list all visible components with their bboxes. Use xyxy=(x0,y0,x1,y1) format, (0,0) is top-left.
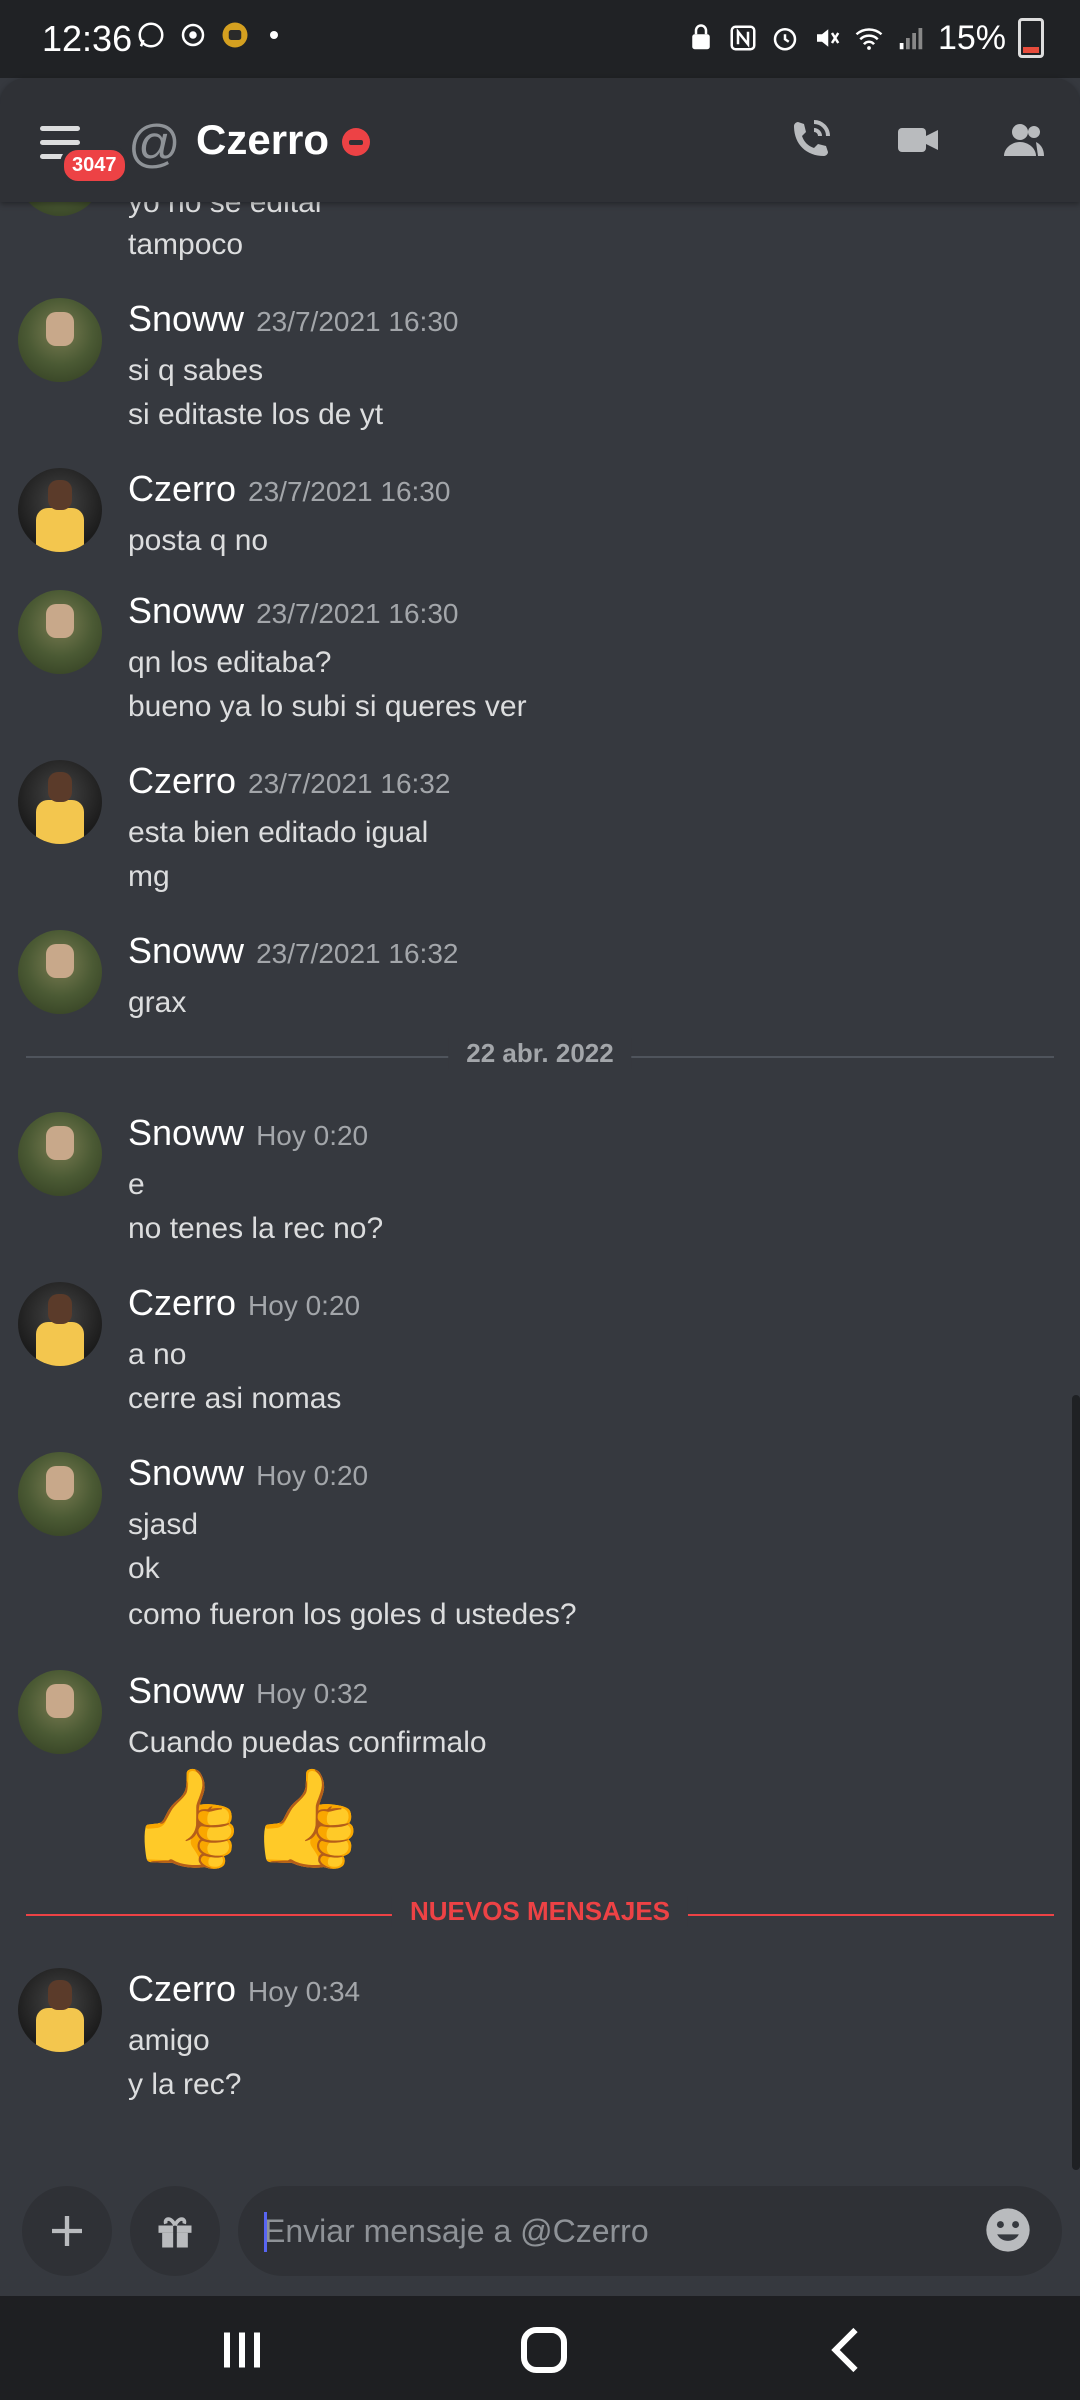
battery-icon xyxy=(1018,18,1044,58)
message-text: bueno ya lo subi si queres ver xyxy=(128,690,527,723)
status-time: 12:36 xyxy=(42,18,133,59)
message-text: esta bien editado igual xyxy=(128,816,429,849)
timestamp: 23/7/2021 16:32 xyxy=(256,938,459,969)
timestamp: Hoy 0:32 xyxy=(256,1678,369,1709)
sync-icon xyxy=(181,23,205,47)
channel-title[interactable]: Czerro xyxy=(196,116,329,164)
gift-icon xyxy=(158,2217,192,2248)
thumbs-up-emoji[interactable]: 👍👍 xyxy=(128,1764,367,1874)
message-text: mg xyxy=(128,860,170,893)
message-input[interactable] xyxy=(238,2186,1062,2276)
avatar[interactable] xyxy=(18,1112,102,1196)
message-text: no tenes la rec no? xyxy=(128,1212,384,1245)
timestamp: 23/7/2021 16:30 xyxy=(256,306,459,337)
composer-bar xyxy=(0,2182,1080,2296)
members-icon[interactable] xyxy=(1000,116,1048,164)
gift-button[interactable] xyxy=(130,2186,220,2276)
avatar[interactable] xyxy=(18,1670,102,1754)
more-notifications-dot xyxy=(270,31,278,39)
plus-icon xyxy=(52,2216,82,2246)
avatar[interactable] xyxy=(18,468,102,552)
date-divider-label: 22 abr. 2022 xyxy=(448,1038,632,1069)
author-name[interactable]: Czerro 23/7/2021 16:32 xyxy=(128,760,450,802)
timestamp: Hoy 0:20 xyxy=(248,1290,361,1321)
message-text: Cuando puedas confirmalo xyxy=(128,1726,487,1759)
message-text: yo no se editar xyxy=(128,202,325,219)
message-text: si editaste los de yt xyxy=(128,398,384,431)
scrollbar[interactable] xyxy=(1072,1395,1080,2170)
timestamp: Hoy 0:20 xyxy=(256,1120,369,1151)
author-name[interactable]: Czerro Hoy 0:20 xyxy=(128,1282,360,1324)
system-icons: 15% xyxy=(686,18,1044,58)
message-text: posta q no xyxy=(128,524,269,557)
new-messages-divider: NUEVOS MENSAJES xyxy=(26,1896,1054,1927)
author-name[interactable]: Snoww 23/7/2021 16:30 xyxy=(128,298,458,340)
status-bar: 12:36 15% xyxy=(0,0,1080,78)
message-text: y la rec? xyxy=(128,2068,242,2101)
author-name[interactable]: Czerro 23/7/2021 16:30 xyxy=(128,468,450,510)
text-cursor xyxy=(264,2212,267,2252)
avatar[interactable] xyxy=(18,1968,102,2052)
author-name[interactable]: Czerro Hoy 0:34 xyxy=(128,1968,360,2010)
timestamp: 23/7/2021 16:32 xyxy=(248,768,451,799)
timestamp: 23/7/2021 16:30 xyxy=(248,476,451,507)
author-name[interactable]: Snoww Hoy 0:20 xyxy=(128,1112,368,1154)
timestamp: 23/7/2021 16:30 xyxy=(256,598,459,629)
timestamp: Hoy 0:20 xyxy=(256,1460,369,1491)
mute-icon xyxy=(816,29,840,47)
add-attachment-button[interactable] xyxy=(22,2186,112,2276)
message-text: qn los editaba? xyxy=(128,646,332,679)
lock-icon xyxy=(692,24,710,50)
avatar[interactable] xyxy=(18,590,102,674)
message-text: si q sabes xyxy=(128,354,264,387)
message-text: cerre asi nomas xyxy=(128,1382,342,1415)
unread-badge: 3047 xyxy=(60,146,129,185)
new-messages-label: NUEVOS MENSAJES xyxy=(391,1896,689,1927)
system-navigation-bar xyxy=(0,2296,1080,2400)
alarm-icon xyxy=(773,28,797,51)
timestamp: Hoy 0:34 xyxy=(248,1976,361,2007)
avatar[interactable] xyxy=(18,202,102,216)
signal-icon xyxy=(899,28,923,50)
avatar[interactable] xyxy=(18,760,102,844)
date-divider: 22 abr. 2022 xyxy=(26,1038,1054,1069)
message-text: a no xyxy=(128,1338,187,1371)
author-name[interactable]: Snoww Hoy 0:20 xyxy=(128,1452,368,1494)
message-text: ok xyxy=(128,1552,160,1585)
at-icon: @ xyxy=(128,115,181,173)
avatar[interactable] xyxy=(18,930,102,1014)
app-notification-icon xyxy=(222,22,248,48)
message-text: tampoco xyxy=(128,228,244,261)
message-text: sjasd xyxy=(128,1508,199,1541)
back-icon[interactable] xyxy=(818,2320,878,2380)
avatar[interactable] xyxy=(18,1282,102,1366)
battery-percentage: 15% xyxy=(937,18,1006,57)
message-text: como fueron los goles d ustedes? xyxy=(128,1598,577,1631)
voice-call-icon[interactable] xyxy=(786,116,834,164)
emoji-picker-icon[interactable] xyxy=(982,2204,1034,2256)
message-text: grax xyxy=(128,986,187,1019)
dnd-status-icon xyxy=(342,128,370,156)
avatar[interactable] xyxy=(18,298,102,382)
chat-header: 3047 @ Czerro xyxy=(0,78,1080,202)
avatar[interactable] xyxy=(18,1452,102,1536)
message-text: e xyxy=(128,1168,145,1201)
message-text: amigo xyxy=(128,2024,210,2057)
nfc-icon xyxy=(730,25,756,51)
author-name[interactable]: Snoww 23/7/2021 16:32 xyxy=(128,930,458,972)
whatsapp-icon xyxy=(138,22,164,48)
author-name[interactable]: Snoww Hoy 0:32 xyxy=(128,1670,368,1712)
wifi-icon xyxy=(855,28,883,50)
home-icon[interactable] xyxy=(514,2320,574,2380)
author-name[interactable]: Snoww 23/7/2021 16:30 xyxy=(128,590,458,632)
notification-icons xyxy=(136,20,278,50)
video-call-icon[interactable] xyxy=(894,116,942,164)
recent-apps-icon[interactable] xyxy=(212,2320,272,2380)
message-list[interactable]: yo no se editar tampoco Snoww 23/7/2021 1… xyxy=(0,202,1080,2182)
